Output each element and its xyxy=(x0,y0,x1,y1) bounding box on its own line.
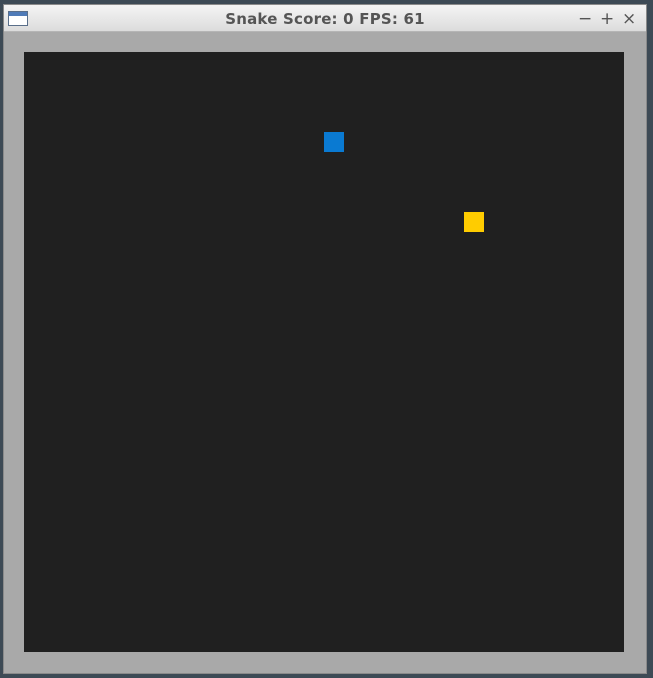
window-controls: − + × xyxy=(578,8,636,30)
minimize-button[interactable]: − xyxy=(578,10,592,28)
game-window: Snake Score: 0 FPS: 61 − + × xyxy=(3,4,647,674)
food-item xyxy=(464,212,484,232)
window-title: Snake Score: 0 FPS: 61 xyxy=(225,10,425,28)
game-board[interactable] xyxy=(24,52,624,652)
title-bar[interactable]: Snake Score: 0 FPS: 61 − + × xyxy=(4,5,646,32)
close-button[interactable]: × xyxy=(622,10,636,28)
maximize-button[interactable]: + xyxy=(600,10,614,28)
snake-head xyxy=(324,132,344,152)
